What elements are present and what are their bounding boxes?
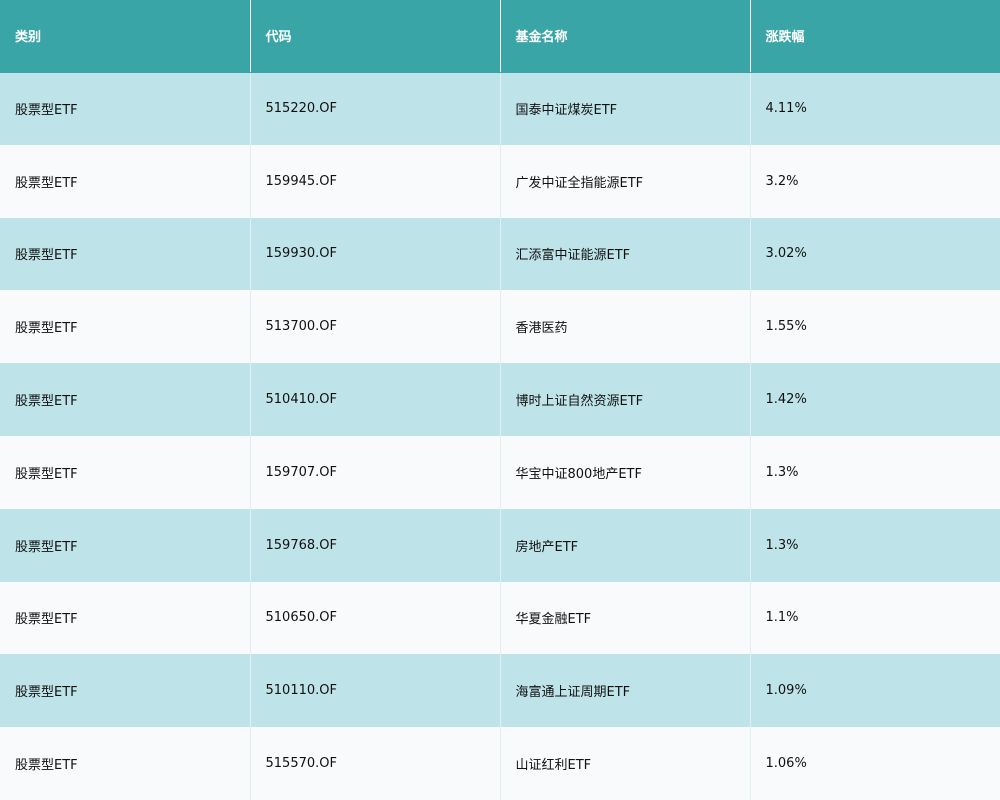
cell-fund-name: 汇添富中证能源ETF [500,217,751,291]
cell-category: 股票型ETF [0,363,251,436]
table-row: 股票型ETF 510410.OF 博时上证自然资源ETF 1.42% [0,363,1000,436]
cell-category: 股票型ETF [0,144,251,218]
cell-code: 510410.OF [250,363,501,436]
cell-change: 1.55% [765,319,807,335]
cell-category: 股票型ETF [0,435,251,509]
cell-change: 1.3% [765,537,799,553]
column-header-code: 代码 [250,0,501,73]
cell-category: 股票型ETF [0,581,251,655]
table-body: 股票型ETF 515220.OF 国泰中证煤炭ETF 4.11% 股票型ETF 15994… [0,72,1000,800]
table-header: 类别 代码 基金名称 涨跌幅 [0,0,1000,73]
cell-fund-name: 华宝中证800地产ETF [500,435,751,509]
table-row: 股票型ETF 159707.OF 华宝中证800地产ETF 1.3% [0,435,1000,509]
cell-code: 515220.OF [250,72,501,145]
cell-fund-name: 博时上证自然资源ETF [500,363,751,436]
cell-category: 股票型ETF [0,727,251,800]
cell-change: 1.42% [765,392,807,408]
cell-code: 510650.OF [250,581,501,655]
cell-category: 股票型ETF [0,217,251,291]
table-row: 股票型ETF 515220.OF 国泰中证煤炭ETF 4.11% [0,72,1000,145]
table-row: 股票型ETF 159768.OF 房地产ETF 1.3% [0,508,1000,582]
cell-code: 515570.OF [250,727,501,800]
table-row: 股票型ETF 159945.OF 广发中证全指能源ETF 3.2% [0,144,1000,218]
cell-code: 159768.OF [250,508,501,582]
column-header-category: 类别 [0,0,251,73]
cell-change: 1.3% [765,464,799,480]
table-row: 股票型ETF 510650.OF 华夏金融ETF 1.1% [0,581,1000,655]
cell-code: 159930.OF [250,217,501,291]
header-row: 类别 代码 基金名称 涨跌幅 [0,0,1000,73]
cell-change: 3.02% [765,246,807,262]
cell-category: 股票型ETF [0,290,251,364]
cell-fund-name: 山证红利ETF [500,727,751,800]
cell-fund-name: 广发中证全指能源ETF [500,144,751,218]
cell-fund-name: 海富通上证周期ETF [500,654,751,728]
column-header-fund-name: 基金名称 [500,0,751,73]
cell-code: 159945.OF [250,144,501,218]
etf-table: 类别 代码 基金名称 涨跌幅 股票型ETF 515220.OF 国泰中证煤炭ETF 4… [0,0,1000,800]
table-row: 股票型ETF 513700.OF 香港医药 1.55% [0,290,1000,364]
cell-code: 513700.OF [250,290,501,364]
cell-category: 股票型ETF [0,508,251,582]
cell-change: 1.09% [765,683,807,699]
table-row: 股票型ETF 159930.OF 汇添富中证能源ETF 3.02% [0,217,1000,291]
cell-fund-name: 华夏金融ETF [500,581,751,655]
cell-code: 159707.OF [250,435,501,509]
cell-change: 4.11% [765,101,807,117]
table-row: 股票型ETF 515570.OF 山证红利ETF 1.06% [0,727,1000,800]
column-header-change: 涨跌幅 [750,0,1000,73]
cell-fund-name: 香港医药 [500,290,751,364]
cell-change: 3.2% [765,173,799,189]
cell-category: 股票型ETF [0,72,251,145]
cell-fund-name: 国泰中证煤炭ETF [500,72,751,145]
table-row: 股票型ETF 510110.OF 海富通上证周期ETF 1.09% [0,654,1000,728]
cell-change: 1.1% [765,610,799,626]
cell-category: 股票型ETF [0,654,251,728]
cell-change: 1.06% [765,756,807,772]
cell-fund-name: 房地产ETF [500,508,751,582]
cell-code: 510110.OF [250,654,501,728]
